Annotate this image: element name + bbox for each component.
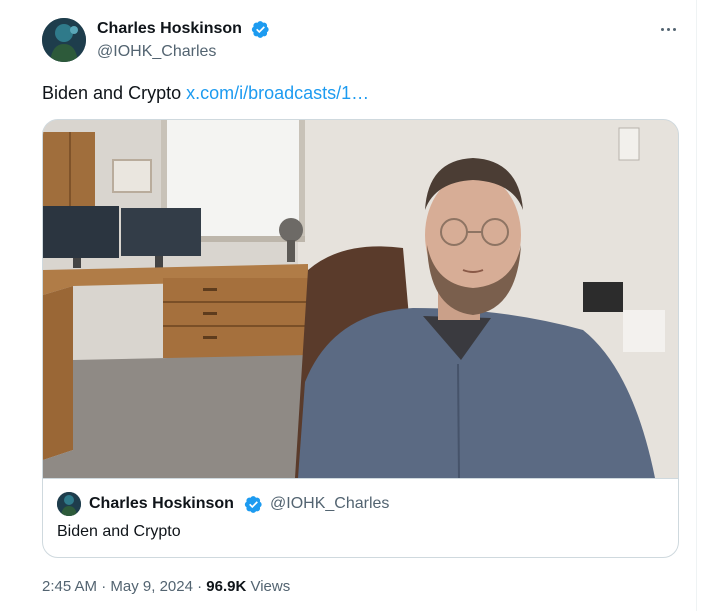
tweet-meta: 2:45 AM · May 9, 2024 · 96.9K Views [42,577,290,597]
meta-separator: · [97,578,111,595]
more-options-icon[interactable] [656,18,680,40]
card-author-name: Charles Hoskinson [89,495,234,512]
timeline-divider [696,0,697,611]
tweet-date[interactable]: May 9, 2024 [110,578,193,595]
views-count[interactable]: 96.9K [206,578,246,595]
tweet-text-body: Biden and Crypto [42,83,182,103]
card-footer[interactable]: Charles Hoskinson @IOHK_Charles Biden an… [43,478,678,557]
views-label: Views [246,578,291,595]
author-name[interactable]: Charles Hoskinson [97,19,242,39]
author-handle[interactable]: @IOHK_Charles [97,42,216,62]
author-avatar[interactable] [42,18,86,62]
tweet-text: Biden and Crypto x.com/i/broadcasts/1… [42,82,369,104]
card-author-avatar [57,492,81,516]
video-frame-illustration [43,120,678,478]
card-author-handle: @IOHK_Charles [270,495,390,512]
broadcast-card[interactable]: Charles Hoskinson @IOHK_Charles Biden an… [42,119,679,558]
card-title: Biden and Crypto [57,523,181,540]
verified-badge-icon[interactable] [251,20,270,39]
broadcast-link[interactable]: x.com/i/broadcasts/1… [186,83,369,103]
card-verified-badge-icon [244,496,262,513]
meta-separator: · [192,578,207,595]
broadcast-video-thumbnail[interactable] [43,120,678,478]
tweet-time[interactable]: 2:45 AM [42,578,97,595]
